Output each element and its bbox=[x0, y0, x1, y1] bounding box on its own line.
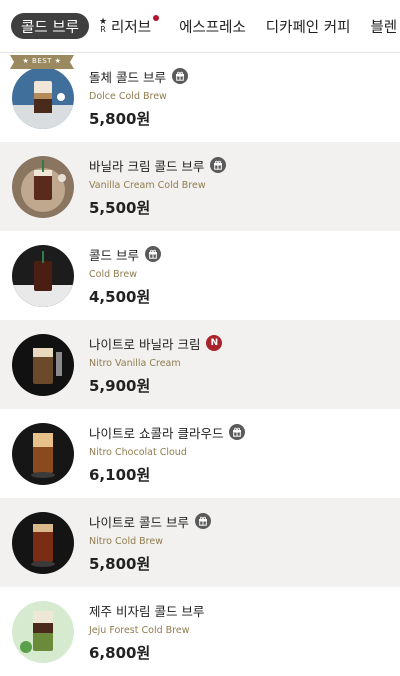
product-price: 6,100원 bbox=[89, 465, 151, 484]
product-name: 제주 비자림 콜드 브루 bbox=[89, 603, 205, 619]
gift-icon bbox=[144, 246, 161, 262]
product-image bbox=[12, 244, 74, 307]
product-name: 바닐라 크림 콜드 브루 bbox=[89, 158, 205, 174]
product-price: 5,800원 bbox=[89, 109, 151, 128]
product-english-name: Nitro Vanilla Cream bbox=[89, 357, 181, 369]
tab-label: 에스프레소 bbox=[179, 19, 246, 36]
product-list: ★ BEST ★ 돌체 콜드 브루 Dolce Cold Brew 5,800원 bbox=[0, 53, 400, 676]
product-english-name: Nitro Chocolat Cloud bbox=[89, 446, 187, 458]
product-english-name: Vanilla Cream Cold Brew bbox=[89, 179, 206, 191]
product-item[interactable]: 콜드 브루 Cold Brew 4,500원 bbox=[0, 231, 400, 320]
product-image bbox=[12, 333, 74, 396]
gift-icon bbox=[171, 68, 188, 84]
new-icon: N bbox=[206, 335, 223, 351]
product-image bbox=[12, 511, 74, 574]
product-price: 5,500원 bbox=[89, 198, 151, 217]
product-name: 돌체 콜드 브루 bbox=[89, 69, 166, 85]
product-image bbox=[12, 66, 74, 129]
product-item[interactable]: 나이트로 바닐라 크림 N Nitro Vanilla Cream 5,900원 bbox=[0, 320, 400, 409]
tab-reserve[interactable]: ★ R 리저브 bbox=[89, 15, 169, 37]
tab-label: 디카페인 커피 bbox=[265, 19, 351, 36]
notification-dot bbox=[153, 15, 160, 21]
product-price: 5,800원 bbox=[89, 554, 151, 573]
tab-blend[interactable]: 블렌 bbox=[360, 16, 400, 37]
category-tabs: 콜드 브루 ★ R 리저브 에스프레소 디카페인 커피 블렌 bbox=[0, 0, 400, 53]
product-image bbox=[12, 155, 74, 218]
product-price: 5,900원 bbox=[89, 376, 151, 395]
product-name: 나이트로 콜드 브루 bbox=[89, 514, 189, 530]
product-item[interactable]: 나이트로 쇼콜라 클라우드 Nitro Chocolat Cloud 6,100… bbox=[0, 409, 400, 498]
product-item[interactable]: 나이트로 콜드 브루 Nitro Cold Brew 5,800원 bbox=[0, 498, 400, 587]
product-price: 6,800원 bbox=[89, 643, 151, 662]
tab-label: 블렌 bbox=[370, 19, 398, 36]
tab-espresso[interactable]: 에스프레소 bbox=[169, 16, 256, 37]
product-name: 나이트로 쇼콜라 클라우드 bbox=[89, 425, 224, 441]
tab-label: 리저브 bbox=[111, 19, 152, 36]
product-name: 콜드 브루 bbox=[89, 247, 139, 263]
product-item[interactable]: 제주 비자림 콜드 브루 Jeju Forest Cold Brew 6,800… bbox=[0, 587, 400, 676]
tab-decaf[interactable]: 디카페인 커피 bbox=[256, 16, 361, 37]
gift-icon bbox=[229, 424, 246, 440]
best-ribbon-label: ★ BEST ★ bbox=[22, 57, 62, 65]
product-image bbox=[12, 422, 74, 485]
gift-icon bbox=[194, 513, 211, 529]
tab-cold-brew[interactable]: 콜드 브루 bbox=[11, 13, 89, 39]
product-item[interactable]: 바닐라 크림 콜드 브루 Vanilla Cream Cold Brew 5,5… bbox=[0, 142, 400, 231]
best-ribbon: ★ BEST ★ bbox=[10, 54, 74, 69]
product-english-name: Jeju Forest Cold Brew bbox=[89, 624, 190, 636]
product-english-name: Cold Brew bbox=[89, 268, 137, 280]
gift-icon bbox=[210, 157, 227, 173]
product-price: 4,500원 bbox=[89, 287, 151, 306]
reserve-star-icon: ★ R bbox=[98, 17, 108, 34]
tab-label: 콜드 브루 bbox=[21, 19, 79, 36]
new-badge-label: N bbox=[210, 338, 219, 348]
product-name: 나이트로 바닐라 크림 bbox=[89, 336, 201, 352]
product-english-name: Nitro Cold Brew bbox=[89, 535, 163, 547]
product-item[interactable]: ★ BEST ★ 돌체 콜드 브루 Dolce Cold Brew 5,800원 bbox=[0, 53, 400, 142]
product-image bbox=[12, 600, 74, 663]
product-english-name: Dolce Cold Brew bbox=[89, 90, 167, 102]
